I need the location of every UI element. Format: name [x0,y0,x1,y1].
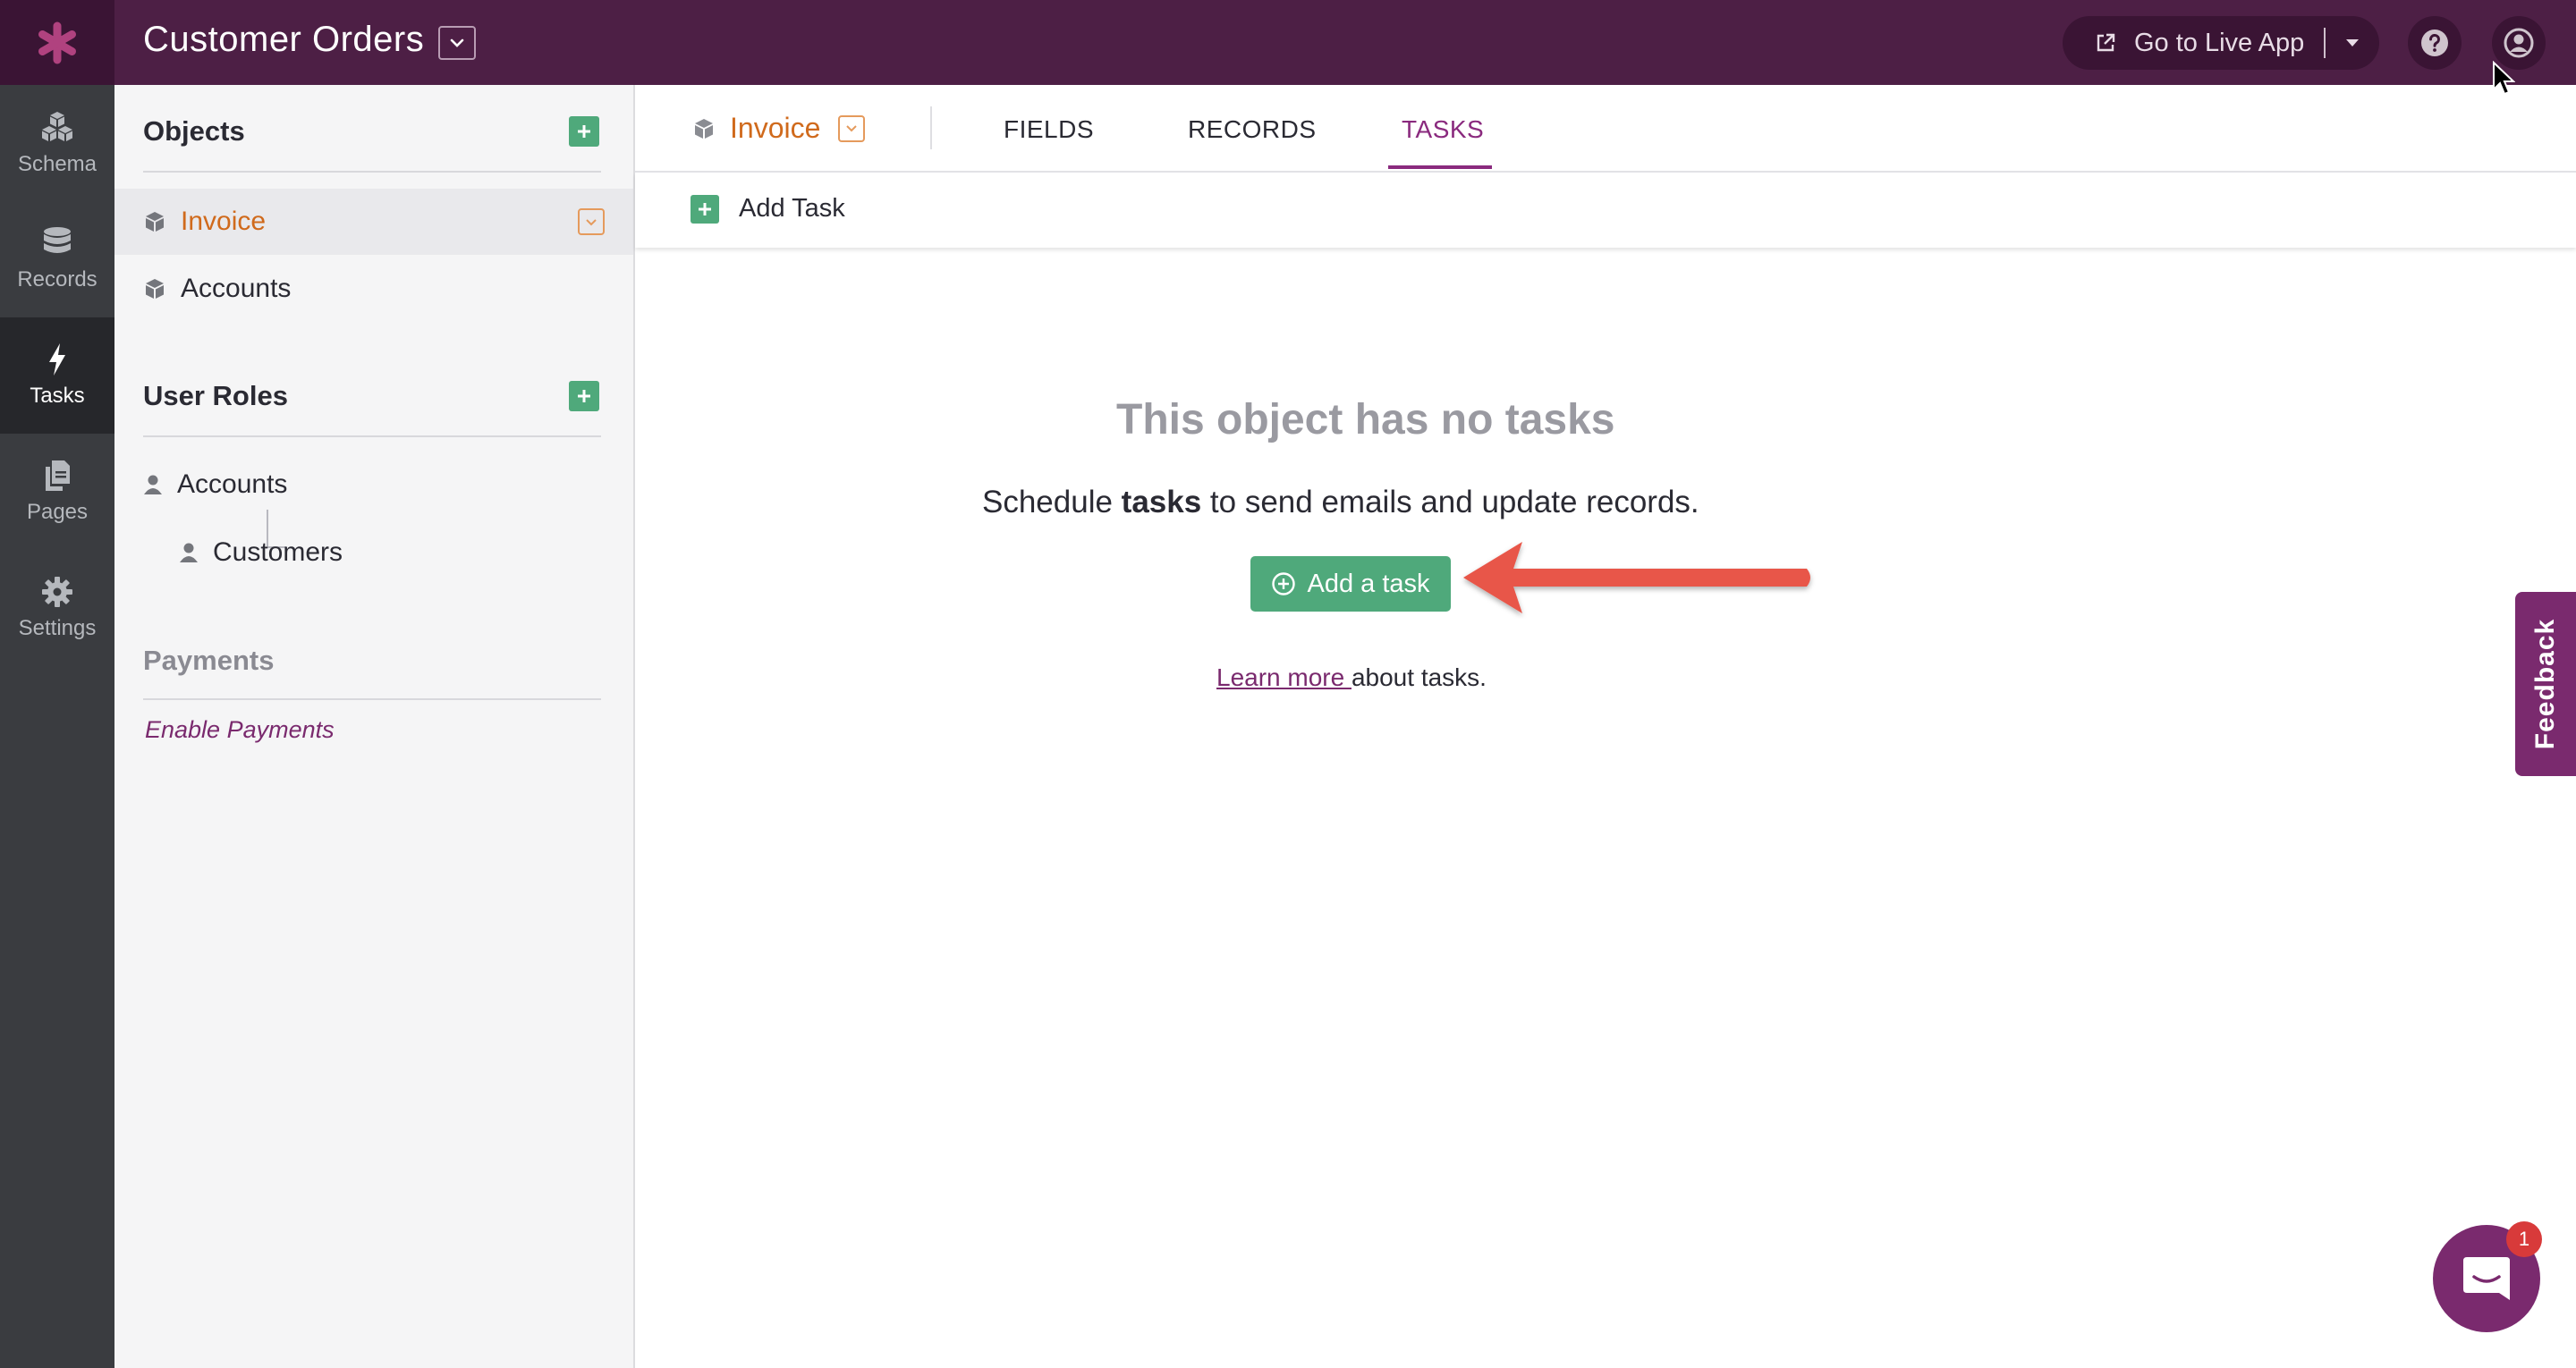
app-logo[interactable] [0,0,114,85]
object-options-dropdown[interactable] [578,208,605,235]
nav-label-schema: Schema [17,152,97,176]
bolt-icon [49,343,65,376]
tab-records[interactable]: RECORDS [1188,115,1317,144]
user-role-item-accounts[interactable]: Accounts [114,452,633,518]
nav-item-settings[interactable]: Settings [0,550,114,666]
button-divider [2324,28,2326,58]
add-a-task-label: Add a task [1307,569,1430,598]
learn-more-suffix: about tasks. [1351,663,1487,691]
cube-icon [146,212,164,232]
add-task-toolbar-button[interactable]: Add Task [691,194,845,224]
main-navigation: Schema Records Tasks Pages Settings [0,85,114,1368]
object-selector-dropdown[interactable] [838,114,866,142]
active-tab-indicator [1388,165,1492,169]
plus-icon [578,390,590,402]
object-item-label: Accounts [181,274,292,303]
cube-icon [695,118,713,139]
mouse-cursor-icon [2493,61,2515,96]
object-selector[interactable]: Invoice [692,112,866,145]
empty-state-title: This object has no tasks [1116,396,1615,443]
plus-circle-icon [1272,572,1296,595]
unread-badge: 1 [2506,1221,2542,1257]
user-role-label: Accounts [177,469,288,499]
object-item-invoice[interactable]: Invoice [114,189,633,255]
user-roles-heading: User Roles [143,380,288,411]
object-tab-bar: Invoice FIELDS RECORDS TASKS [635,85,2576,173]
nav-label-settings: Settings [18,616,97,640]
chat-icon [2463,1257,2510,1300]
go-to-live-app-label: Go to Live App [2134,28,2305,57]
desc-text: to send emails and update records. [1201,485,1699,519]
caret-down-icon[interactable] [2345,38,2360,47]
go-to-live-app-button[interactable]: Go to Live App [2063,16,2379,70]
feedback-tab[interactable]: Feedback [2515,592,2576,776]
asterisk-logo-icon [38,21,76,63]
annotation-arrow-icon [1463,542,1810,613]
help-button[interactable] [2408,16,2462,70]
tab-fields[interactable]: FIELDS [1004,115,1094,144]
external-link-icon [2097,33,2115,52]
nav-item-tasks[interactable]: Tasks [0,317,114,434]
database-icon [44,227,71,253]
nav-item-pages[interactable]: Pages [0,434,114,550]
add-a-task-button[interactable]: Add a task [1250,556,1451,612]
cubes-icon [42,112,72,141]
chevron-down-icon [450,38,464,47]
desc-bold: tasks [1121,485,1202,519]
pages-icon [46,460,70,491]
chevron-down-icon [586,218,597,225]
user-circle-icon [2504,28,2534,58]
cube-icon [146,279,164,299]
chevron-down-icon [846,125,858,132]
nav-label-tasks: Tasks [30,384,85,408]
add-user-role-button[interactable] [569,381,599,411]
object-name: Invoice [730,112,821,144]
nav-label-pages: Pages [26,500,89,524]
learn-more-line: Learn more about tasks. [1216,663,1487,692]
enable-payments-link[interactable]: Enable Payments [145,716,335,744]
tab-tasks[interactable]: TASKS [1402,115,1484,144]
help-circle-icon [2421,30,2448,56]
feedback-label: Feedback [2530,618,2560,750]
user-role-label: Customers [213,537,343,567]
add-task-label: Add Task [739,194,845,223]
top-bar: Customer Orders Go to Live App [0,0,2576,85]
user-icon [180,543,198,562]
nav-item-records[interactable]: Records [0,201,114,317]
app-switcher-dropdown[interactable] [438,26,476,60]
payments-heading: Payments [143,645,275,676]
nav-item-schema[interactable]: Schema [0,85,114,201]
user-role-item-customers[interactable]: Customers [114,519,633,586]
tasks-toolbar: Add Task [635,173,2576,248]
objects-heading: Objects [143,115,245,147]
learn-more-link[interactable]: Learn more [1216,663,1352,691]
plus-icon [578,125,590,138]
object-item-accounts[interactable]: Accounts [114,256,633,322]
desc-text: Schedule [982,485,1122,519]
add-object-button[interactable] [569,116,599,147]
nav-label-records: Records [17,267,97,291]
object-item-label: Invoice [181,207,267,236]
empty-state-description: Schedule tasks to send emails and update… [982,485,1699,520]
objects-divider [143,171,601,173]
payments-divider [143,698,601,700]
schema-sidebar: Objects Invoice Accounts User Roles Acco… [114,85,635,1368]
user-roles-divider [143,435,601,437]
gear-icon [42,577,72,607]
plus-square-icon [691,194,719,224]
user-icon [144,475,162,494]
app-title: Customer Orders [143,20,425,59]
tab-separator [930,106,932,149]
